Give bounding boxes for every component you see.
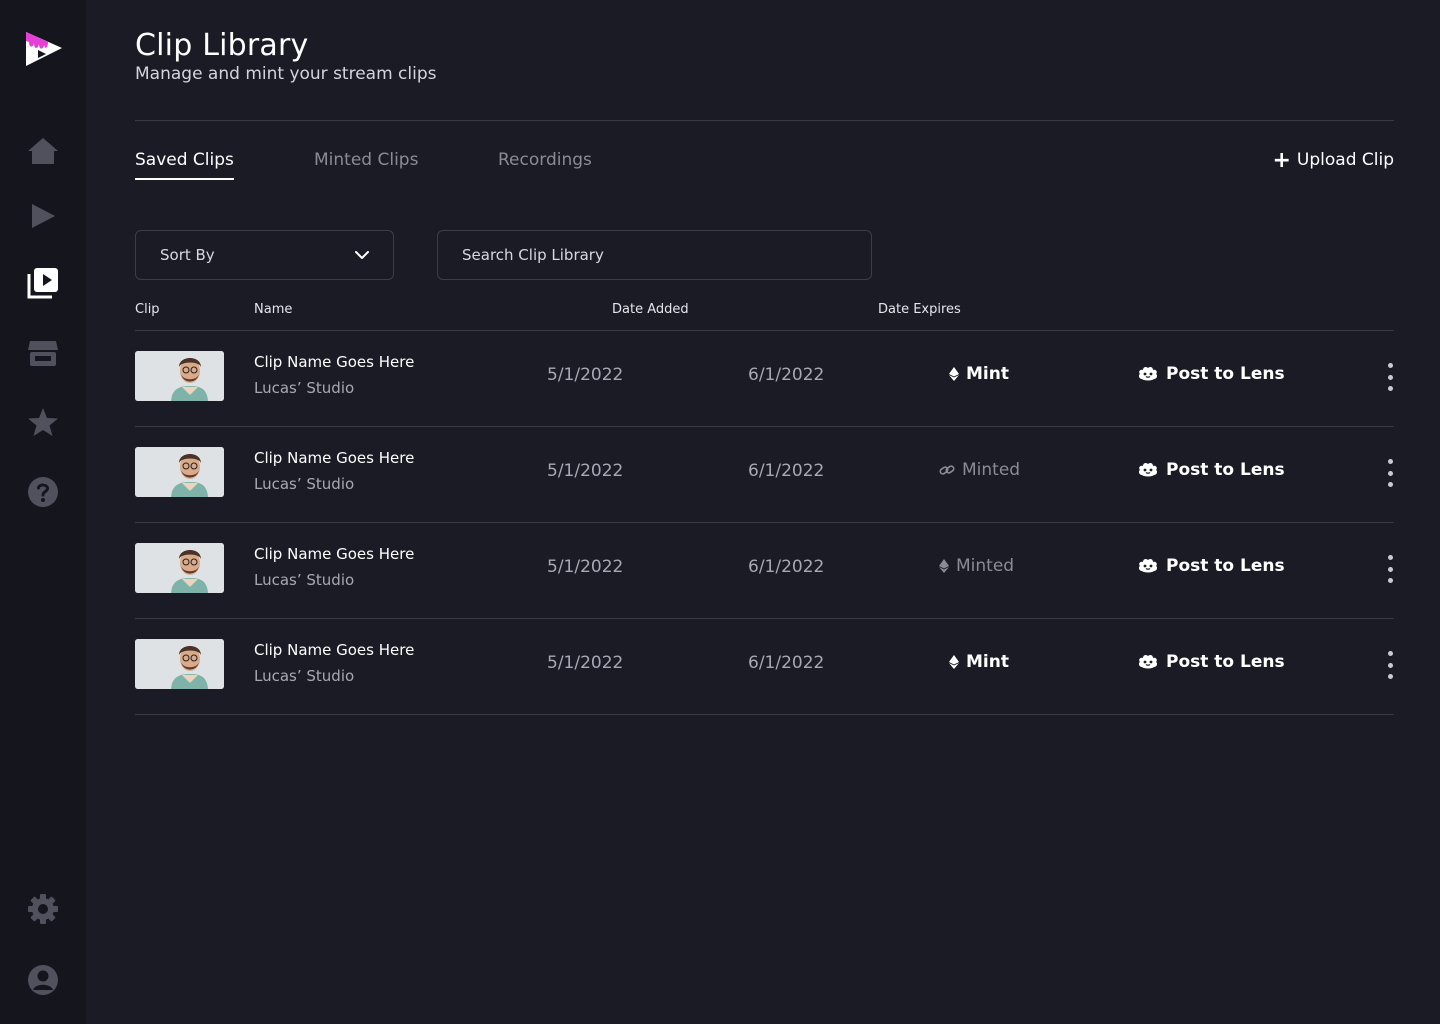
clip-thumbnail-art — [135, 351, 224, 401]
star-icon — [28, 408, 58, 436]
sidebar — [0, 0, 86, 1024]
sidebar-item-play[interactable] — [25, 198, 61, 234]
main-content: Clip Library Manage and mint your stream… — [135, 0, 1394, 1024]
page-subtitle: Manage and mint your stream clips — [135, 64, 437, 84]
post-to-lens-button[interactable]: Post to Lens — [1137, 556, 1285, 576]
ethereum-icon — [949, 655, 959, 669]
tab-recordings[interactable]: Recordings — [498, 150, 592, 178]
table-row[interactable]: Clip Name Goes Here Lucas’ Studio 5/1/20… — [135, 523, 1394, 619]
mint-button[interactable]: Mint — [949, 652, 1009, 672]
clip-studio: Lucas’ Studio — [254, 571, 355, 589]
clip-thumbnail[interactable] — [135, 543, 224, 593]
search-input[interactable] — [437, 230, 872, 280]
more-options-icon[interactable] — [1386, 363, 1394, 391]
store-icon — [28, 341, 58, 366]
clip-name: Clip Name Goes Here — [254, 449, 415, 467]
clip-studio: Lucas’ Studio — [254, 379, 355, 397]
date-expires: 6/1/2022 — [748, 461, 825, 481]
more-options-icon[interactable] — [1386, 651, 1394, 679]
minted-label: Minted — [956, 556, 1015, 576]
ethereum-icon — [939, 559, 949, 573]
sidebar-item-store[interactable] — [25, 335, 61, 371]
gear-icon — [28, 894, 58, 924]
post-to-lens-label: Post to Lens — [1166, 556, 1285, 576]
minted-status: Minted — [939, 460, 1020, 480]
post-to-lens-label: Post to Lens — [1166, 364, 1285, 384]
link-icon — [939, 465, 955, 475]
column-header-date-expires: Date Expires — [878, 302, 961, 317]
table-row[interactable]: Clip Name Goes Here Lucas’ Studio 5/1/20… — [135, 331, 1394, 427]
minted-label: Minted — [962, 460, 1021, 480]
more-options-icon[interactable] — [1386, 459, 1394, 487]
chevron-down-icon — [355, 250, 369, 259]
date-expires: 6/1/2022 — [748, 365, 825, 385]
column-header-name: Name — [254, 302, 293, 317]
post-to-lens-button[interactable]: Post to Lens — [1137, 652, 1285, 672]
upload-clip-label: Upload Clip — [1296, 150, 1394, 170]
mint-button[interactable]: Mint — [949, 364, 1009, 384]
clip-studio: Lucas’ Studio — [254, 475, 355, 493]
date-added: 5/1/2022 — [547, 461, 624, 481]
tab-saved-clips[interactable]: Saved Clips — [135, 150, 234, 180]
lens-icon — [1138, 654, 1158, 669]
date-expires: 6/1/2022 — [748, 653, 825, 673]
column-header-clip: Clip — [135, 302, 160, 317]
play-icon — [32, 204, 55, 228]
page-title: Clip Library — [135, 28, 309, 63]
sidebar-item-account[interactable] — [25, 962, 61, 998]
upload-clip-button[interactable]: + Upload Clip — [1272, 147, 1394, 173]
clip-thumbnail[interactable] — [135, 447, 224, 497]
clip-thumbnail-art — [135, 543, 224, 593]
date-added: 5/1/2022 — [547, 557, 624, 577]
account-icon — [28, 965, 58, 995]
post-to-lens-button[interactable]: Post to Lens — [1137, 364, 1285, 384]
mint-label: Mint — [966, 364, 1009, 384]
help-icon — [28, 477, 58, 507]
sidebar-item-clip-library[interactable] — [25, 265, 61, 301]
sort-dropdown[interactable]: Sort By — [135, 230, 394, 280]
mint-label: Mint — [966, 652, 1009, 672]
sidebar-item-settings[interactable] — [25, 891, 61, 927]
minted-status: Minted — [939, 556, 1014, 576]
clip-name: Clip Name Goes Here — [254, 641, 415, 659]
clip-name: Clip Name Goes Here — [254, 545, 415, 563]
app-logo[interactable] — [24, 28, 64, 68]
date-added: 5/1/2022 — [547, 653, 624, 673]
clip-name: Clip Name Goes Here — [254, 353, 415, 371]
plus-icon: + — [1272, 147, 1291, 173]
lens-icon — [1138, 366, 1158, 381]
table-row[interactable]: Clip Name Goes Here Lucas’ Studio 5/1/20… — [135, 427, 1394, 523]
sidebar-item-home[interactable] — [25, 133, 61, 169]
home-icon — [28, 138, 58, 164]
sort-label: Sort By — [160, 246, 215, 264]
post-to-lens-label: Post to Lens — [1166, 652, 1285, 672]
clip-thumbnail[interactable] — [135, 639, 224, 689]
date-expires: 6/1/2022 — [748, 557, 825, 577]
tab-bar: Saved Clips Minted Clips Recordings + Up… — [135, 147, 1394, 184]
date-added: 5/1/2022 — [547, 365, 624, 385]
clip-thumbnail[interactable] — [135, 351, 224, 401]
more-options-icon[interactable] — [1386, 555, 1394, 583]
lens-icon — [1138, 558, 1158, 573]
ethereum-icon — [949, 367, 959, 381]
clip-thumbnail-art — [135, 447, 224, 497]
lens-icon — [1138, 462, 1158, 477]
header-divider — [135, 120, 1394, 121]
post-to-lens-label: Post to Lens — [1166, 460, 1285, 480]
column-header-date-added: Date Added — [612, 302, 689, 317]
table-row[interactable]: Clip Name Goes Here Lucas’ Studio 5/1/20… — [135, 619, 1394, 715]
clip-library-icon — [27, 268, 58, 299]
clip-thumbnail-art — [135, 639, 224, 689]
sidebar-item-help[interactable] — [25, 474, 61, 510]
sidebar-item-favorites[interactable] — [25, 404, 61, 440]
clip-studio: Lucas’ Studio — [254, 667, 355, 685]
post-to-lens-button[interactable]: Post to Lens — [1137, 460, 1285, 480]
tab-minted-clips[interactable]: Minted Clips — [314, 150, 418, 178]
